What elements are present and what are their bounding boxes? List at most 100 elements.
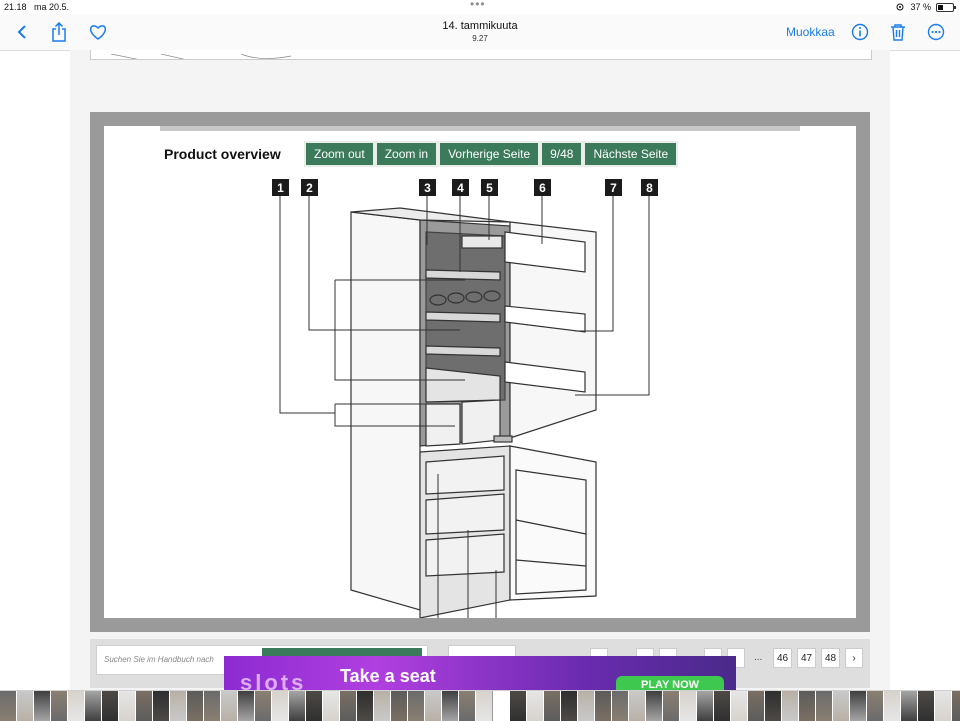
photo-thumbnail[interactable] bbox=[833, 691, 850, 721]
photo-thumbnail[interactable] bbox=[221, 691, 238, 721]
multitask-dots-icon[interactable]: ••• bbox=[470, 0, 486, 11]
status-date: ma 20.5. bbox=[34, 2, 70, 12]
photo-thumbnail[interactable] bbox=[714, 691, 731, 721]
callout-label-4: 4 bbox=[457, 181, 464, 195]
ad-headline: Take a seat bbox=[340, 666, 436, 686]
trash-icon[interactable] bbox=[886, 20, 910, 44]
photo-thumbnail[interactable] bbox=[510, 691, 527, 721]
page-link-47[interactable]: 47 bbox=[797, 648, 817, 668]
photo-thumbnail[interactable] bbox=[0, 691, 17, 721]
photo-nav-bar: 14. tammikuuta 9.27 Muokkaa bbox=[0, 14, 960, 51]
photo-thumbnail[interactable] bbox=[578, 691, 595, 721]
photo-thumbnail[interactable] bbox=[68, 691, 85, 721]
callout-7: 7 bbox=[605, 179, 622, 196]
ad-play-button[interactable]: PLAY NOW bbox=[616, 676, 724, 690]
more-icon[interactable] bbox=[924, 20, 948, 44]
photo-thumbnail[interactable] bbox=[34, 691, 51, 721]
photo-thumbnail[interactable] bbox=[901, 691, 918, 721]
callout-markers: 1 2 3 4 5 6 7 8 bbox=[272, 179, 658, 196]
callout-label-5: 5 bbox=[486, 181, 493, 195]
callout-3: 3 bbox=[419, 179, 436, 196]
photo-thumbnail-strip[interactable] bbox=[0, 690, 960, 721]
heart-icon[interactable] bbox=[86, 20, 110, 44]
callout-label-6: 6 bbox=[539, 181, 546, 195]
photo-thumbnail[interactable] bbox=[561, 691, 578, 721]
photo-thumbnail[interactable] bbox=[238, 691, 255, 721]
photo-thumbnail[interactable] bbox=[85, 691, 102, 721]
callout-6: 6 bbox=[534, 179, 551, 196]
photo-thumbnail[interactable] bbox=[663, 691, 680, 721]
photo-thumbnail[interactable] bbox=[492, 691, 511, 721]
callout-label-2: 2 bbox=[306, 181, 313, 195]
callout-label-8: 8 bbox=[646, 181, 653, 195]
photo-thumbnail[interactable] bbox=[748, 691, 765, 721]
photo-thumbnail[interactable] bbox=[51, 691, 68, 721]
photo-thumbnail[interactable] bbox=[867, 691, 884, 721]
photo-thumbnail[interactable] bbox=[306, 691, 323, 721]
photo-thumbnail[interactable] bbox=[323, 691, 340, 721]
photo-thumbnail[interactable] bbox=[170, 691, 187, 721]
photo-thumbnail[interactable] bbox=[629, 691, 646, 721]
callout-label-3: 3 bbox=[424, 181, 431, 195]
photo-time-subtitle: 9.27 bbox=[472, 34, 488, 43]
search-placeholder: Suchen Sie im Handbuch nach bbox=[104, 655, 214, 664]
photo-thumbnail[interactable] bbox=[884, 691, 901, 721]
share-icon[interactable] bbox=[47, 20, 71, 44]
photo-thumbnail[interactable] bbox=[476, 691, 493, 721]
photo-thumbnail[interactable] bbox=[153, 691, 170, 721]
photo-thumbnail[interactable] bbox=[697, 691, 714, 721]
photo-thumbnail[interactable] bbox=[680, 691, 697, 721]
page-link-46[interactable]: 46 bbox=[773, 648, 793, 668]
photo-thumbnail[interactable] bbox=[612, 691, 629, 721]
callout-label-1: 1 bbox=[277, 181, 284, 195]
photo-thumbnail[interactable] bbox=[442, 691, 459, 721]
photo-thumbnail[interactable] bbox=[289, 691, 306, 721]
callout-5: 5 bbox=[481, 179, 498, 196]
photo-thumbnail[interactable] bbox=[935, 691, 952, 721]
photo-thumbnail[interactable] bbox=[408, 691, 425, 721]
photo-thumbnail[interactable] bbox=[357, 691, 374, 721]
photo-thumbnail[interactable] bbox=[187, 691, 204, 721]
back-icon[interactable] bbox=[10, 20, 34, 44]
photo-thumbnail[interactable] bbox=[799, 691, 816, 721]
photo-thumbnail[interactable] bbox=[527, 691, 544, 721]
search-button[interactable] bbox=[262, 648, 422, 656]
info-icon[interactable] bbox=[848, 20, 872, 44]
screen-lock-icon bbox=[896, 3, 904, 11]
fridge-body bbox=[350, 207, 597, 618]
photo-thumbnail[interactable] bbox=[17, 691, 34, 721]
ad-logo: slots bbox=[240, 670, 307, 690]
previous-page-fragment bbox=[90, 50, 872, 60]
photo-thumbnail[interactable] bbox=[816, 691, 833, 721]
photo-thumbnail[interactable] bbox=[272, 691, 289, 721]
photo-thumbnail[interactable] bbox=[918, 691, 935, 721]
photo-thumbnail[interactable] bbox=[952, 691, 960, 721]
photo-date-title: 14. tammikuuta bbox=[442, 20, 518, 32]
photo-thumbnail[interactable] bbox=[425, 691, 442, 721]
callout-1: 1 bbox=[272, 179, 289, 196]
photo-thumbnail[interactable] bbox=[119, 691, 136, 721]
ad-banner[interactable]: slots Take a seat PLAY NOW bbox=[224, 656, 736, 690]
photo-thumbnail[interactable] bbox=[850, 691, 867, 721]
photo-thumbnail[interactable] bbox=[391, 691, 408, 721]
photo-thumbnail[interactable] bbox=[374, 691, 391, 721]
photo-thumbnail[interactable] bbox=[136, 691, 153, 721]
photo-thumbnail[interactable] bbox=[340, 691, 357, 721]
fridge-diagram: 1 2 3 4 5 6 7 8 bbox=[272, 179, 658, 618]
photo-thumbnail[interactable] bbox=[595, 691, 612, 721]
photo-thumbnail[interactable] bbox=[204, 691, 221, 721]
photo-thumbnail[interactable] bbox=[646, 691, 663, 721]
photo-thumbnail[interactable] bbox=[765, 691, 782, 721]
photo-thumbnail[interactable] bbox=[255, 691, 272, 721]
next-page-link[interactable]: › bbox=[845, 648, 863, 668]
callout-8: 8 bbox=[641, 179, 658, 196]
pagination-ellipsis: ... bbox=[754, 652, 763, 663]
edit-button[interactable]: Muokkaa bbox=[786, 25, 835, 39]
page-link-48[interactable]: 48 bbox=[821, 648, 841, 668]
photo-thumbnail[interactable] bbox=[102, 691, 119, 721]
photo-thumbnail[interactable] bbox=[459, 691, 476, 721]
photo-thumbnail[interactable] bbox=[731, 691, 748, 721]
battery-percent: 37 % bbox=[910, 2, 931, 12]
photo-thumbnail[interactable] bbox=[782, 691, 799, 721]
photo-thumbnail[interactable] bbox=[544, 691, 561, 721]
